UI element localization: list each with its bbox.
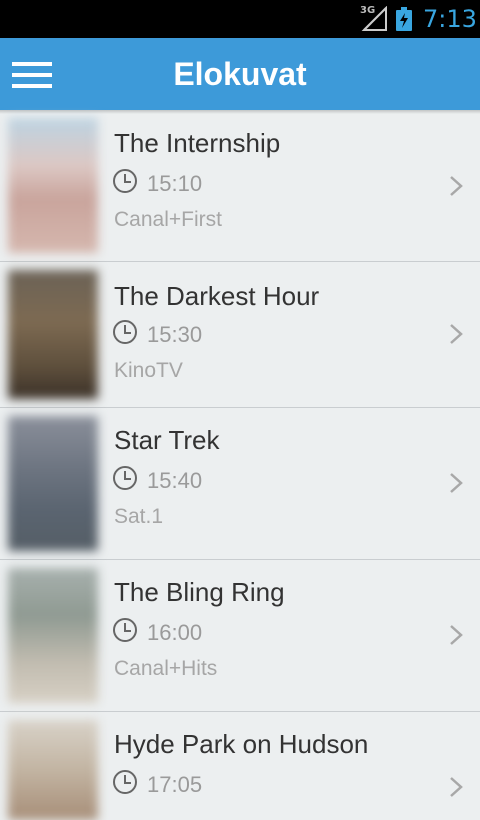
- chevron-right-icon: [450, 473, 463, 493]
- status-time: 7:13: [423, 5, 477, 33]
- movie-poster: [8, 720, 98, 820]
- movie-title: The Bling Ring: [114, 577, 285, 607]
- movie-poster: [8, 270, 98, 399]
- movie-channel: Canal+First: [114, 208, 222, 231]
- clock-icon: [113, 618, 137, 642]
- movie-poster: [8, 118, 98, 253]
- movie-title: Hyde Park on Hudson: [114, 729, 369, 759]
- movie-time: 17:05: [147, 772, 203, 797]
- movie-time: 16:00: [147, 620, 203, 645]
- app-bar-shadow: [0, 110, 480, 114]
- battery-charging-icon: [396, 7, 412, 31]
- chevron-right-icon: [450, 176, 463, 196]
- clock-icon: [113, 770, 137, 794]
- list-item[interactable]: The Internship 15:10 Canal+First: [0, 110, 480, 262]
- movie-title: Star Trek: [114, 425, 220, 455]
- signal-icon: [361, 6, 387, 31]
- movie-channel: Sat.1: [114, 505, 164, 528]
- movie-title: The Darkest Hour: [114, 281, 320, 311]
- movie-channel: Canal+Hits: [114, 657, 218, 680]
- movie-time: 15:10: [147, 171, 203, 196]
- clock-icon: [113, 169, 137, 193]
- movie-channel: KinoTV: [114, 359, 183, 382]
- movie-time: 15:40: [147, 468, 203, 493]
- list-item[interactable]: Hyde Park on Hudson 17:05: [0, 712, 480, 820]
- clock-icon: [113, 320, 137, 344]
- status-bar: 3G 7:13: [0, 0, 480, 38]
- movie-poster: [8, 416, 98, 551]
- clock-icon: [113, 466, 137, 490]
- list-item[interactable]: The Darkest Hour 15:30 KinoTV: [0, 262, 480, 408]
- app-bar: Elokuvat: [0, 38, 480, 110]
- movie-title: The Internship: [114, 128, 281, 158]
- page-title: Elokuvat: [173, 56, 307, 92]
- chevron-right-icon: [450, 625, 463, 645]
- list-item[interactable]: The Bling Ring 16:00 Canal+Hits: [0, 560, 480, 712]
- movie-poster: [8, 568, 98, 703]
- chevron-right-icon: [450, 777, 463, 797]
- list-item[interactable]: Star Trek 15:40 Sat.1: [0, 408, 480, 560]
- chevron-right-icon: [450, 324, 463, 344]
- movie-time: 15:30: [147, 322, 203, 347]
